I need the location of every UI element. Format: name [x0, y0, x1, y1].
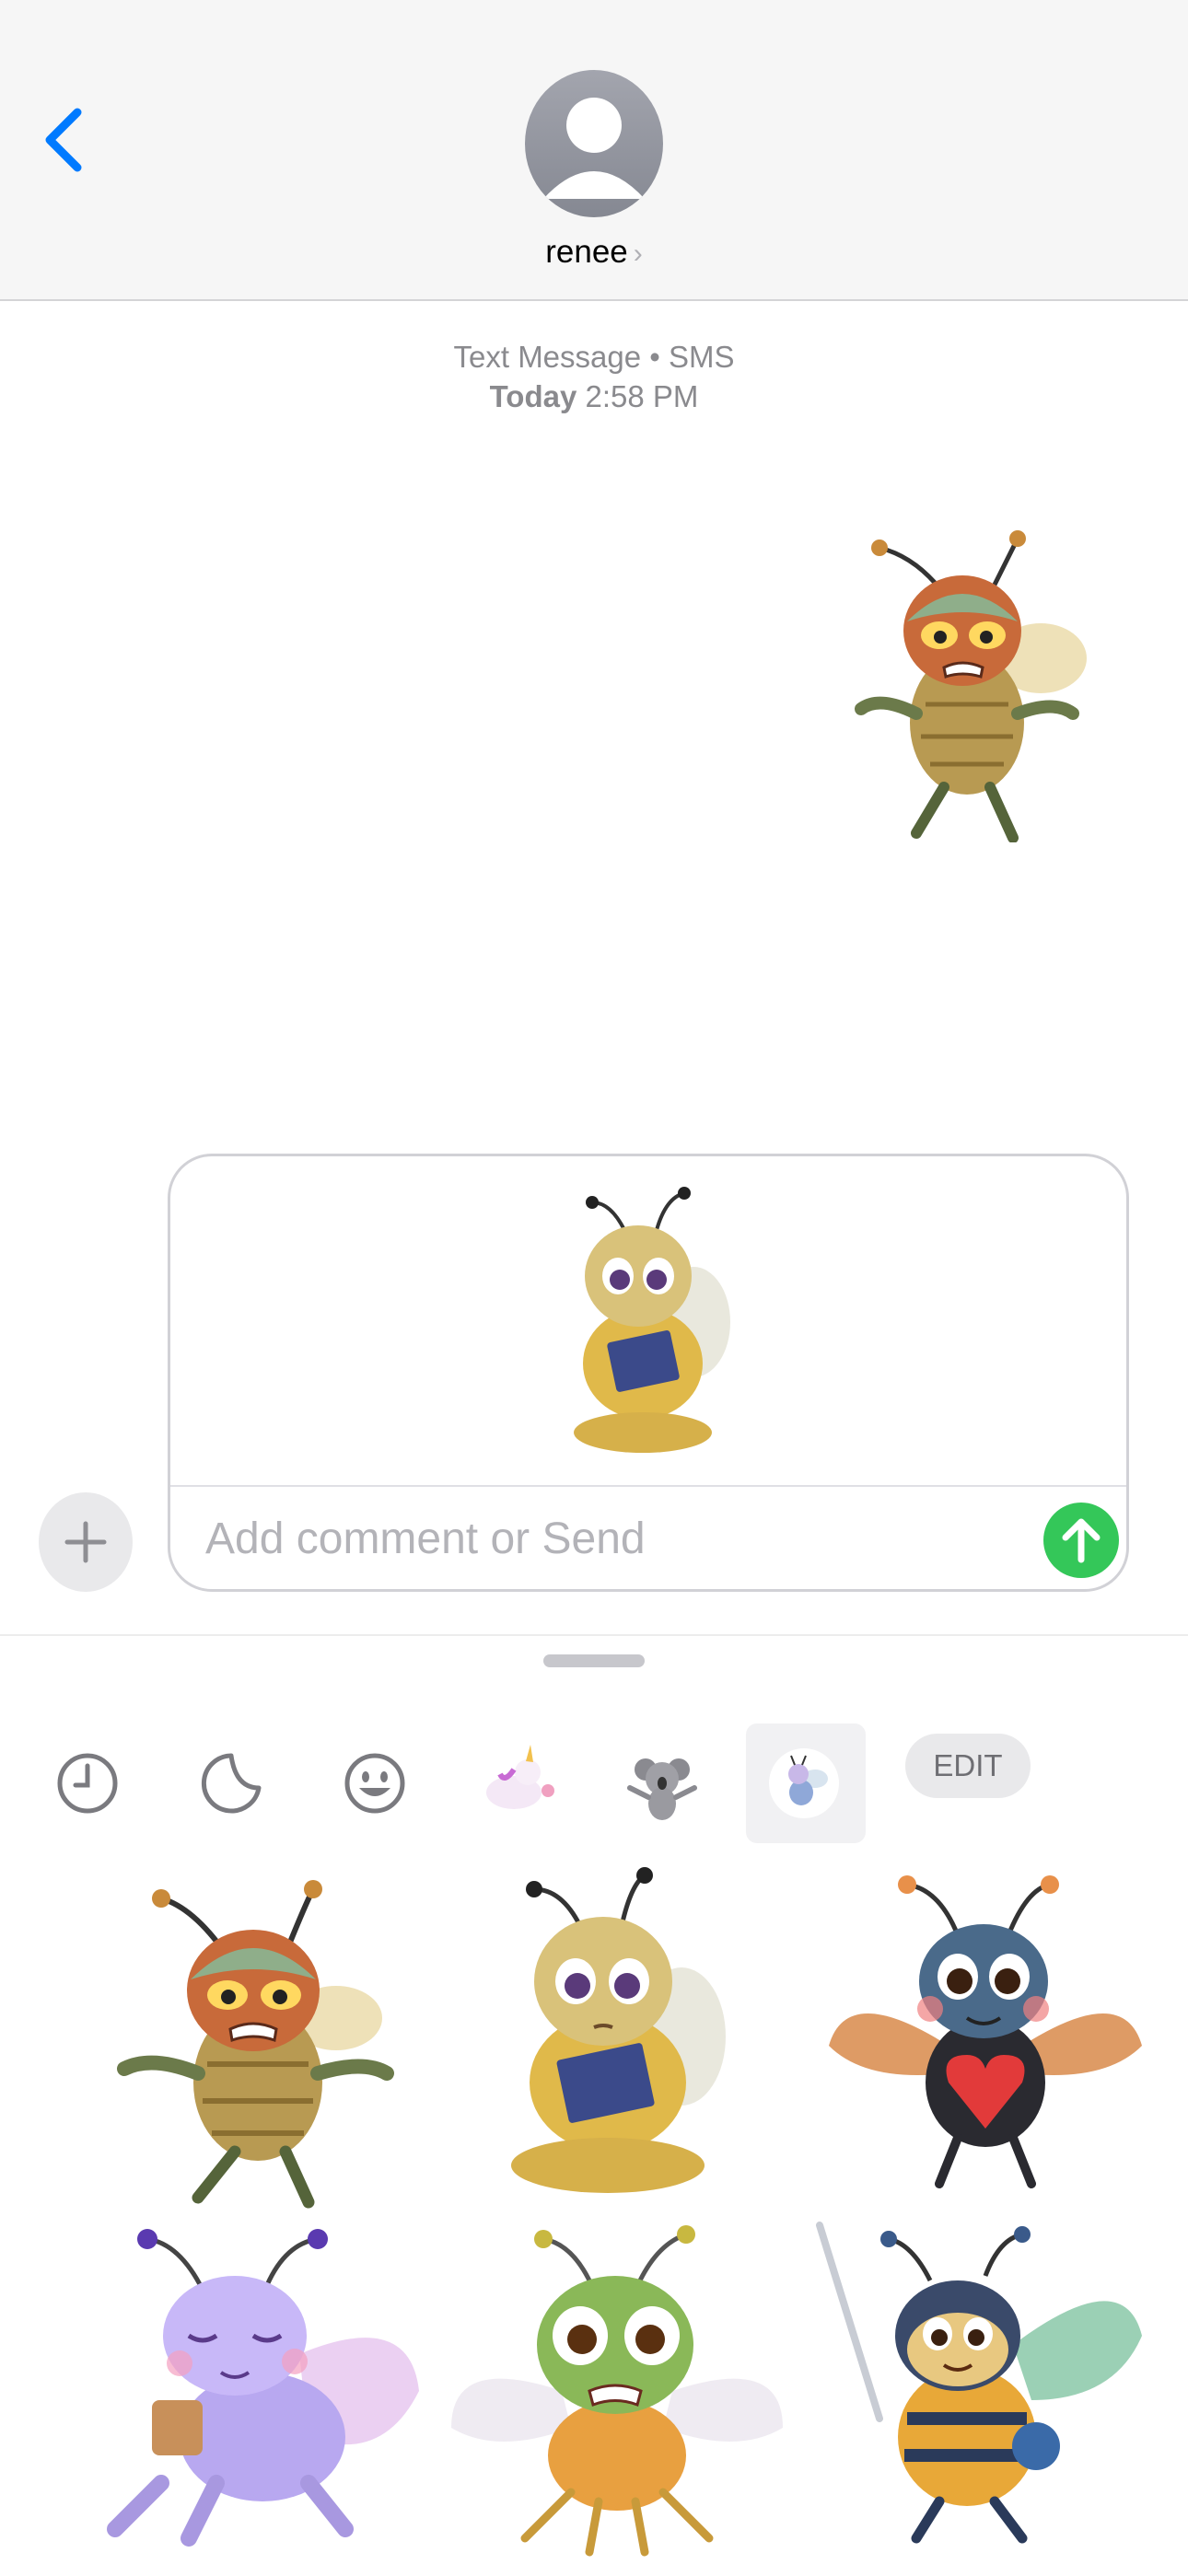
drawer-grabber[interactable] [543, 1654, 645, 1667]
day-label: Today [489, 379, 577, 413]
smiley-icon [344, 1753, 405, 1814]
reading-bee-sticker[interactable] [433, 1862, 783, 2202]
contact-name-label: renee [545, 234, 628, 270]
reading-bee-sticker[interactable] [555, 1184, 740, 1460]
send-button[interactable] [1043, 1503, 1119, 1578]
peel-sticker-icon [201, 1753, 262, 1814]
coffee-bug-sticker[interactable] [78, 2207, 428, 2547]
tab-koala-pack[interactable] [611, 1723, 713, 1843]
chevron-left-icon[interactable] [37, 103, 92, 177]
angry-bee-sticker[interactable] [843, 529, 1091, 842]
tab-emoji[interactable] [324, 1723, 425, 1843]
heart-bug-sticker[interactable] [810, 1862, 1160, 2202]
arrow-up-icon [1062, 1518, 1101, 1563]
person-icon [543, 98, 645, 199]
unicorn-sticker-icon [486, 1745, 554, 1809]
comment-input[interactable]: Add comment or Send [205, 1514, 646, 1564]
tab-bee-pack[interactable] [746, 1723, 866, 1843]
clock-icon [57, 1753, 118, 1814]
conversation-header: renee › [0, 0, 1188, 301]
avatar[interactable] [525, 70, 663, 217]
compose-divider [170, 1485, 1126, 1487]
compose-field[interactable]: Add comment or Send [168, 1154, 1129, 1592]
tab-recents[interactable] [37, 1723, 138, 1843]
sticker-drawer: EDIT [0, 1634, 1188, 2576]
edit-button[interactable]: EDIT [905, 1734, 1031, 1798]
time-label: 2:58 PM [585, 379, 699, 413]
bee-sticker-icon [769, 1748, 839, 1818]
tab-unicorn-pack[interactable] [468, 1723, 569, 1843]
koala-sticker-icon [627, 1758, 697, 1820]
service-label: Text Message • SMS [453, 340, 735, 374]
chevron-right-icon: › [633, 238, 643, 269]
contact-name[interactable]: renee › [0, 234, 1188, 271]
message-timestamp: Text Message • SMS Today 2:58 PM [0, 337, 1188, 416]
worried-fly-sticker[interactable] [442, 2216, 792, 2557]
sword-bee-sticker[interactable] [801, 2207, 1151, 2547]
add-attachment-button[interactable] [39, 1492, 133, 1592]
plus-icon [64, 1521, 107, 1563]
angry-bee-sticker[interactable] [87, 1871, 437, 2211]
tab-stickers[interactable] [181, 1723, 282, 1843]
